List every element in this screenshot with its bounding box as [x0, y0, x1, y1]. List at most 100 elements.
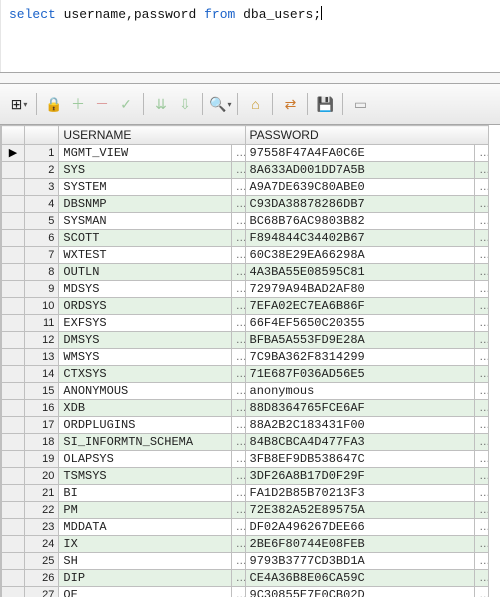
query-by-example-button[interactable]: ⇄: [279, 93, 301, 115]
cell-expand-button[interactable]: …: [475, 247, 489, 264]
table-row[interactable]: 3SYSTEM…A9A7DE639C80ABE0…: [2, 179, 489, 196]
cell-password[interactable]: 84B8CBCA4D477FA3: [245, 434, 475, 451]
cell-expand-button[interactable]: …: [231, 162, 245, 179]
column-header-username[interactable]: USERNAME: [59, 126, 245, 145]
cell-username[interactable]: CTXSYS: [59, 366, 231, 383]
column-header-password[interactable]: PASSWORD: [245, 126, 489, 145]
cell-expand-button[interactable]: …: [475, 468, 489, 485]
cell-expand-button[interactable]: …: [231, 383, 245, 400]
table-row[interactable]: 16XDB…88D8364765FCE6AF…: [2, 400, 489, 417]
cell-expand-button[interactable]: …: [231, 332, 245, 349]
cell-username[interactable]: SH: [59, 553, 231, 570]
cell-password[interactable]: anonymous: [245, 383, 475, 400]
cell-password[interactable]: 72979A94BAD2AF80: [245, 281, 475, 298]
table-row[interactable]: 10ORDSYS…7EFA02EC7EA6B86F…: [2, 298, 489, 315]
cell-expand-button[interactable]: …: [475, 349, 489, 366]
cell-expand-button[interactable]: …: [475, 434, 489, 451]
table-row[interactable]: 22PM…72E382A52E89575A…: [2, 502, 489, 519]
sql-editor[interactable]: select username,password from dba_users;: [0, 0, 500, 72]
cell-password[interactable]: 71E687F036AD56E5: [245, 366, 475, 383]
cell-password[interactable]: FA1D2B85B70213F3: [245, 485, 475, 502]
table-row[interactable]: 5SYSMAN…BC68B76AC9803B82…: [2, 213, 489, 230]
cell-expand-button[interactable]: …: [475, 315, 489, 332]
cell-expand-button[interactable]: …: [475, 400, 489, 417]
cell-password[interactable]: 66F4EF5650C20355: [245, 315, 475, 332]
cell-expand-button[interactable]: …: [231, 230, 245, 247]
cell-expand-button[interactable]: …: [475, 519, 489, 536]
cell-expand-button[interactable]: …: [475, 298, 489, 315]
cell-password[interactable]: 7EFA02EC7EA6B86F: [245, 298, 475, 315]
cell-expand-button[interactable]: …: [231, 196, 245, 213]
table-row[interactable]: 18SI_INFORMTN_SCHEMA…84B8CBCA4D477FA3…: [2, 434, 489, 451]
cell-password[interactable]: A9A7DE639C80ABE0: [245, 179, 475, 196]
cell-expand-button[interactable]: …: [231, 315, 245, 332]
cell-password[interactable]: 88A2B2C183431F00: [245, 417, 475, 434]
cell-expand-button[interactable]: …: [231, 417, 245, 434]
lock-button[interactable]: 🔒: [43, 93, 65, 115]
cell-expand-button[interactable]: …: [475, 213, 489, 230]
cell-username[interactable]: OLAPSYS: [59, 451, 231, 468]
cell-password[interactable]: DF02A496267DEE66: [245, 519, 475, 536]
cell-expand-button[interactable]: …: [475, 485, 489, 502]
cell-expand-button[interactable]: …: [475, 366, 489, 383]
cell-password[interactable]: BFBA5A553FD9E28A: [245, 332, 475, 349]
add-row-button[interactable]: ＋: [67, 93, 89, 115]
cell-expand-button[interactable]: …: [231, 553, 245, 570]
cell-password[interactable]: 2BE6F80744E08FEB: [245, 536, 475, 553]
cell-expand-button[interactable]: …: [231, 349, 245, 366]
cell-username[interactable]: WXTEST: [59, 247, 231, 264]
cell-username[interactable]: SYS: [59, 162, 231, 179]
table-row[interactable]: 24IX…2BE6F80744E08FEB…: [2, 536, 489, 553]
table-row[interactable]: 13WMSYS…7C9BA362F8314299…: [2, 349, 489, 366]
cell-username[interactable]: ORDSYS: [59, 298, 231, 315]
cell-password[interactable]: 3FB8EF9DB538647C: [245, 451, 475, 468]
table-row[interactable]: 14CTXSYS…71E687F036AD56E5…: [2, 366, 489, 383]
cell-password[interactable]: 9C30855E7E0CB02D: [245, 587, 475, 597]
export-button[interactable]: 💾: [314, 93, 336, 115]
cell-expand-button[interactable]: …: [475, 230, 489, 247]
cell-password[interactable]: 9793B3777CD3BD1A: [245, 553, 475, 570]
cell-username[interactable]: BI: [59, 485, 231, 502]
fetch-all-button[interactable]: ⇊: [150, 93, 172, 115]
table-row[interactable]: 11EXFSYS…66F4EF5650C20355…: [2, 315, 489, 332]
cell-password[interactable]: 72E382A52E89575A: [245, 502, 475, 519]
cell-expand-button[interactable]: …: [231, 468, 245, 485]
cell-expand-button[interactable]: …: [231, 298, 245, 315]
cell-username[interactable]: MGMT_VIEW: [59, 145, 231, 162]
cell-expand-button[interactable]: …: [231, 179, 245, 196]
cell-username[interactable]: DBSNMP: [59, 196, 231, 213]
cell-expand-button[interactable]: …: [475, 536, 489, 553]
cell-expand-button[interactable]: …: [231, 145, 245, 162]
cell-username[interactable]: DMSYS: [59, 332, 231, 349]
cell-expand-button[interactable]: …: [475, 502, 489, 519]
cell-expand-button[interactable]: …: [231, 281, 245, 298]
cell-expand-button[interactable]: …: [475, 145, 489, 162]
cell-expand-button[interactable]: …: [475, 451, 489, 468]
cell-password[interactable]: 3DF26A8B17D0F29F: [245, 468, 475, 485]
single-record-button[interactable]: ⌂: [244, 93, 266, 115]
table-row[interactable]: 17ORDPLUGINS…88A2B2C183431F00…: [2, 417, 489, 434]
table-row[interactable]: 4DBSNMP…C93DA38878286DB7…: [2, 196, 489, 213]
cell-username[interactable]: SYSTEM: [59, 179, 231, 196]
cell-username[interactable]: XDB: [59, 400, 231, 417]
cell-expand-button[interactable]: …: [231, 570, 245, 587]
cell-username[interactable]: PM: [59, 502, 231, 519]
cell-expand-button[interactable]: …: [231, 400, 245, 417]
cell-password[interactable]: 60C38E29EA66298A: [245, 247, 475, 264]
cell-expand-button[interactable]: …: [231, 485, 245, 502]
cell-password[interactable]: 4A3BA55E08595C81: [245, 264, 475, 281]
cell-expand-button[interactable]: …: [231, 264, 245, 281]
cell-expand-button[interactable]: …: [231, 434, 245, 451]
cell-expand-button[interactable]: …: [231, 587, 245, 597]
table-row[interactable]: 9MDSYS…72979A94BAD2AF80…: [2, 281, 489, 298]
cell-username[interactable]: EXFSYS: [59, 315, 231, 332]
cell-expand-button[interactable]: …: [475, 162, 489, 179]
table-row[interactable]: 20TSMSYS…3DF26A8B17D0F29F…: [2, 468, 489, 485]
cell-username[interactable]: DIP: [59, 570, 231, 587]
cell-expand-button[interactable]: …: [475, 179, 489, 196]
cell-expand-button[interactable]: …: [475, 587, 489, 597]
cell-password[interactable]: CE4A36B8E06CA59C: [245, 570, 475, 587]
table-row[interactable]: ▶1MGMT_VIEW…97558F47A4FA0C6E…: [2, 145, 489, 162]
cell-username[interactable]: SI_INFORMTN_SCHEMA: [59, 434, 231, 451]
cell-username[interactable]: ANONYMOUS: [59, 383, 231, 400]
